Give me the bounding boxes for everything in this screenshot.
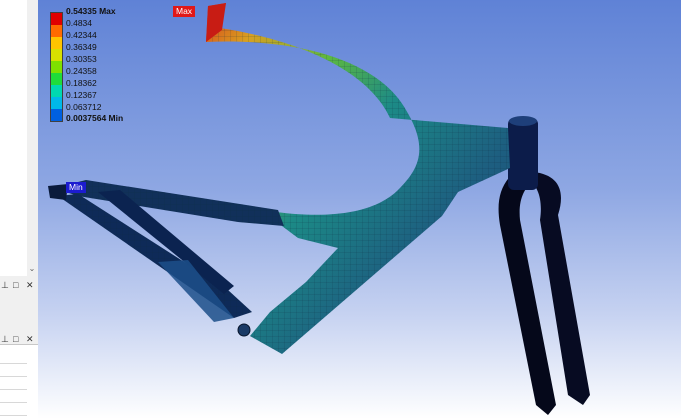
max-probe-label[interactable]: Max [173,6,196,17]
close-icon[interactable]: ✕ [26,280,34,291]
bike-frame-model[interactable] [38,0,681,419]
maximize-icon[interactable]: □ [13,280,18,290]
head-tube [508,118,538,190]
grid-row [0,377,27,390]
fork [498,116,590,415]
scroll-down-icon[interactable]: ⌄ [27,264,37,274]
rear-dropout [48,184,68,200]
grid-row [0,364,27,377]
graphics-viewport[interactable]: 0.54335 Max 0.4834 0.42344 0.36349 0.303… [38,0,681,419]
grid-row [0,351,27,364]
rear-triangle [54,180,284,337]
grid-row [0,390,27,403]
outline-tree-pane[interactable] [0,0,28,276]
left-panel: ⌄ ⊥ □ ✕ ⊥ □ ✕ [0,0,39,420]
min-probe-label[interactable]: Min [66,182,86,193]
details-grid-pane[interactable] [0,344,38,420]
pin-icon[interactable]: ⊥ [1,280,9,291]
maximize-icon[interactable]: □ [13,334,18,344]
grid-row [0,403,27,416]
pane-toolbar-top: ⊥ □ ✕ [0,279,38,293]
vertical-scrollbar[interactable]: ⌄ [27,0,37,276]
main-frame [206,3,510,354]
